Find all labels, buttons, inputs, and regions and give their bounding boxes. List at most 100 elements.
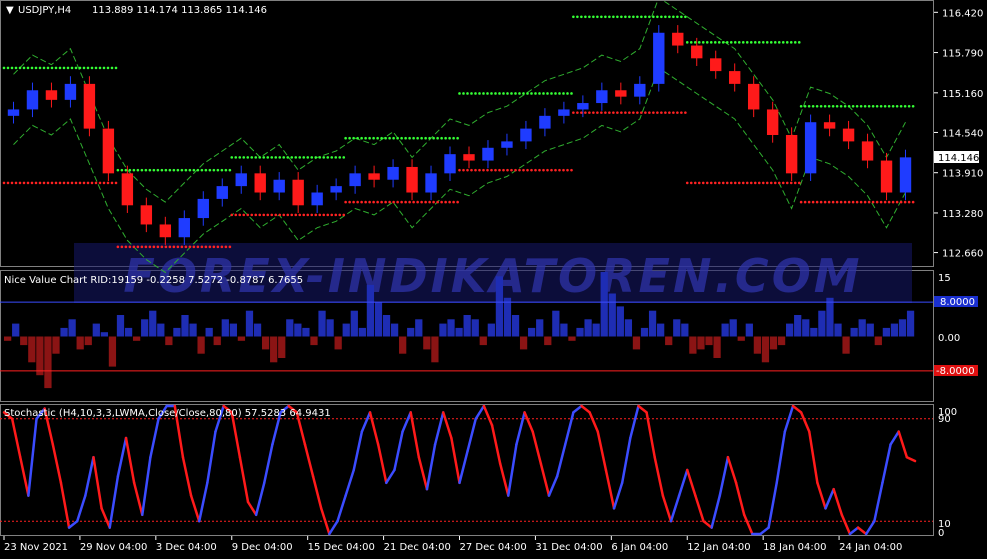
support-dot [903,200,907,204]
support-dot [400,200,403,204]
resistance-dot [78,66,82,70]
support-dot [444,200,447,204]
support-dot [380,200,383,204]
support-dot [424,200,427,204]
resistance-dot [440,136,443,140]
support-dot [50,181,54,185]
candle-body [140,205,153,225]
support-dot [322,213,326,217]
support-dot [777,181,781,185]
support-dot [396,200,399,204]
support-dot [558,168,561,172]
resistance-dot [757,41,761,44]
stoch-segment [181,455,193,497]
ohlc-values: 113.889 114.174 113.865 114.146 [92,5,267,16]
resistance-dot [494,92,497,95]
support-dot [156,245,160,249]
resistance-dot [765,41,769,44]
nvc-bar [737,336,745,341]
nvc-bar [92,323,100,337]
support-dot [534,168,537,172]
nvc-bar [882,327,891,337]
support-dot [502,168,505,172]
resistance-dot [18,66,22,70]
stoch-axis-0: 0 [938,528,944,539]
nvc-bar [471,319,479,337]
resistance-dot [470,92,473,95]
chart-dropdown-icon[interactable]: ▼ [6,5,14,16]
envelope-lines [13,0,906,274]
support-dot [660,111,663,114]
support-dot [566,168,569,172]
stoch-segment [10,417,22,459]
support-dot [847,200,851,204]
support-dot [176,245,180,249]
stoch-segment [840,513,852,536]
resistance-dot [356,136,359,140]
stoch-segment [507,443,518,497]
nvc-bar [632,336,641,350]
support-dot [803,200,807,204]
support-dot [46,181,50,185]
resistance-dot [330,156,334,159]
price-tick-label: 113.280 [942,209,983,220]
resistance-dot [212,168,216,172]
stoch-segment [19,455,30,497]
nvc-bar [898,319,907,337]
resistance-dot [600,15,603,19]
support-dot [208,245,212,249]
resistance-dot [741,41,745,44]
support-dot [18,181,22,185]
nvc-title: Nice Value Chart RID:19159 -0.2258 7.527… [4,275,303,286]
support-dot [360,200,363,204]
stoch-segment [620,436,632,485]
stoch-segment [596,430,608,472]
stoch-segment [734,481,746,517]
stoch-title: Stochastic (H4,10,3,3,LWMA,Close/Close,8… [4,408,331,419]
resistance-dot [522,92,525,95]
support-dot [474,168,477,172]
support-dot [334,213,338,217]
stoch-segment [523,411,534,433]
resistance-dot [376,136,379,140]
chart-canvas[interactable]: FOREX-INDIKATOREN.COM 116.420115.790115.… [0,0,987,555]
resistance-dot [490,92,493,95]
nvc-bar [116,315,125,337]
support-dot [741,181,745,185]
nvc-bar [600,272,608,337]
stoch-segment [401,411,412,433]
resistance-dot [895,104,899,108]
support-dot [234,213,238,217]
support-dot [356,200,359,204]
support-dot [494,168,497,172]
support-dot [664,111,667,114]
support-dot [318,213,322,217]
nvc-bar [245,310,254,337]
support-dot [452,200,455,204]
stoch-segment [433,411,445,446]
support-dot [408,200,411,204]
resistance-dot [242,156,246,159]
resistance-dot [506,92,509,95]
nvc-bar [786,323,794,337]
price-tick-label: 115.790 [942,49,983,60]
resistance-dot [773,41,777,44]
support-dot [148,245,152,249]
nvc-bar [673,319,681,337]
support-dot [22,181,26,185]
support-dot [220,245,224,249]
support-dot [572,111,575,114]
resistance-dot [54,66,58,70]
mt4-chart-window[interactable]: FOREX-INDIKATOREN.COM 116.420 115.790 115.… [0,0,987,555]
stoch-segment [466,417,478,453]
resistance-dot [753,41,757,44]
resistance-dot [396,136,399,140]
nvc-bar [141,319,149,337]
resistance-dot [90,66,94,70]
resistance-dot [208,168,212,172]
support-dot [807,200,811,204]
stoch-segment [775,430,787,485]
stoch-segment [572,404,583,414]
stochastic-line [0,404,933,536]
support-dot [26,181,30,185]
